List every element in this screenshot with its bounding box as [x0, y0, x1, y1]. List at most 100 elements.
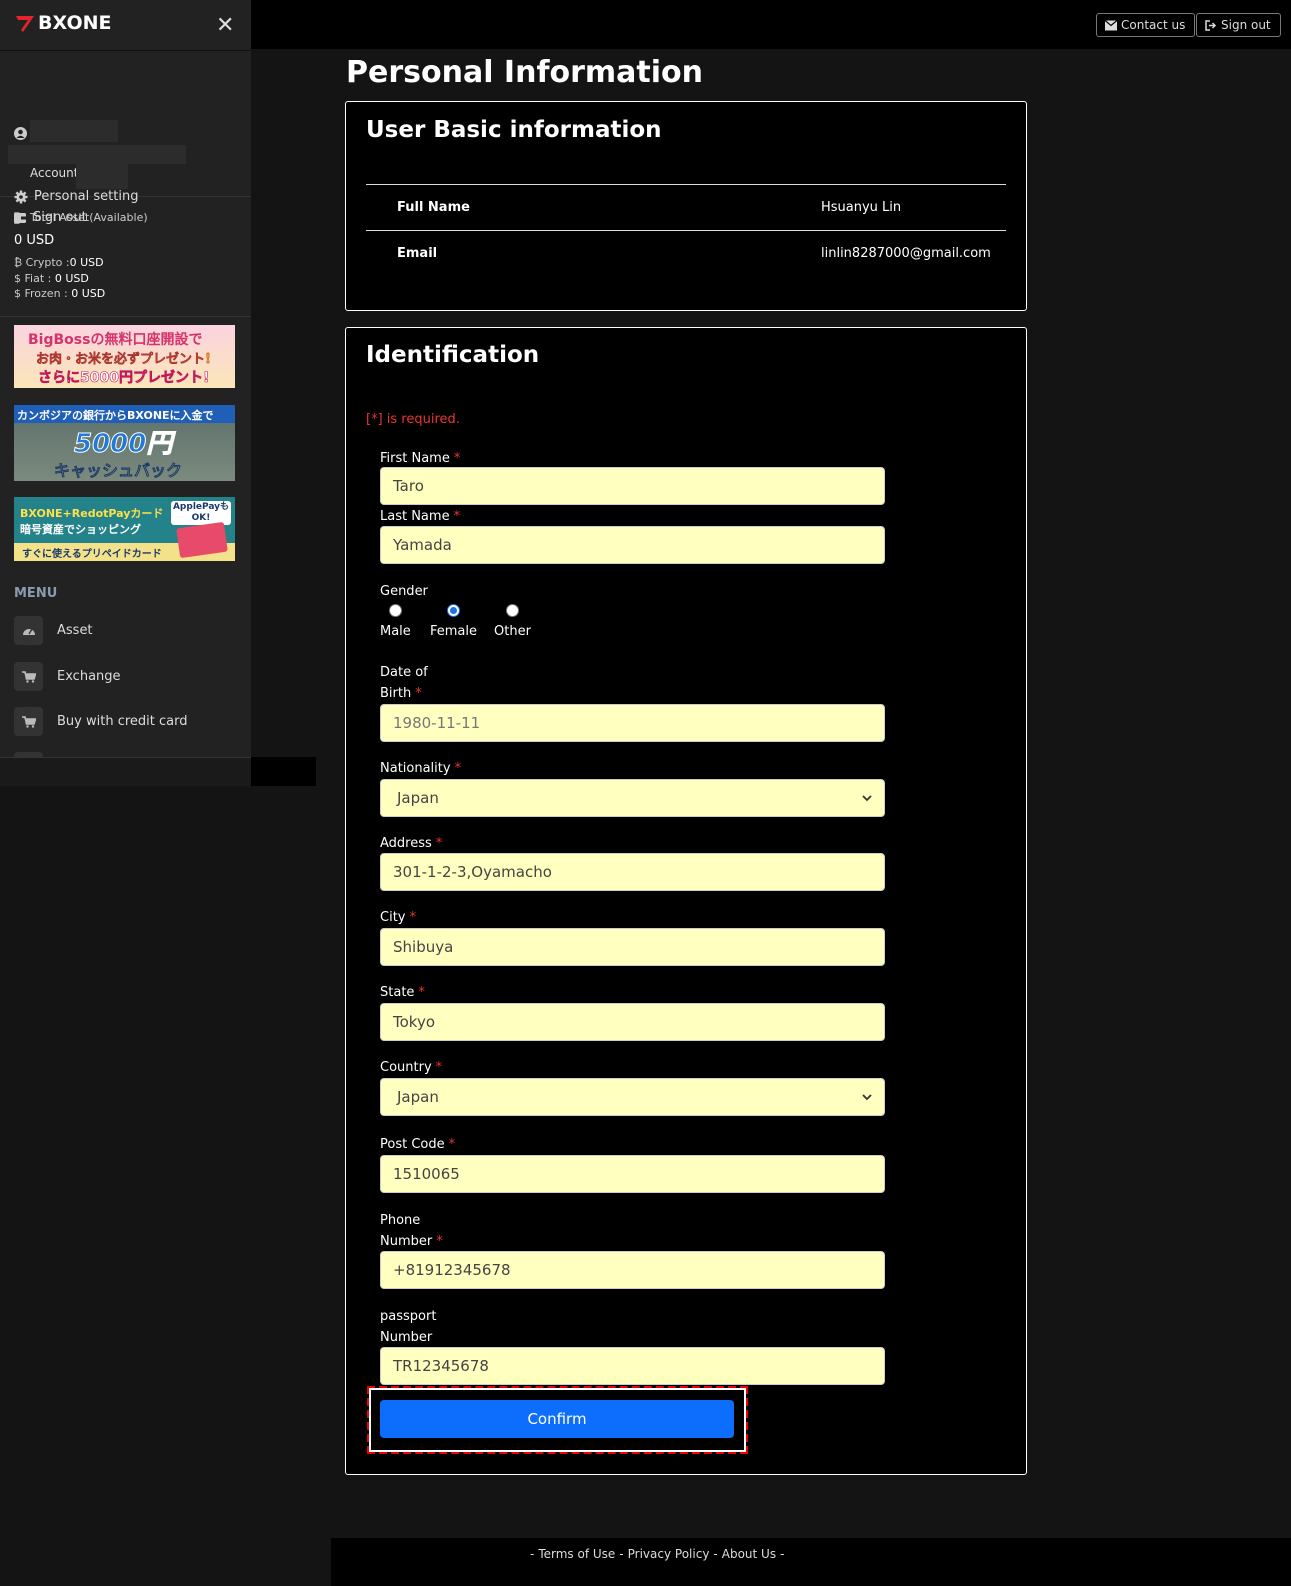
- about-link[interactable]: About Us: [722, 1547, 776, 1561]
- first-name-input[interactable]: Taro: [380, 467, 885, 505]
- confirm-button[interactable]: Confirm: [380, 1400, 734, 1438]
- state-input[interactable]: Tokyo: [380, 1003, 885, 1041]
- promo-banner-redotpay[interactable]: BXONE+RedotPayカード 暗号資産でショッピング すぐに使えるプリペイ…: [14, 497, 235, 561]
- banner-text: キャッシュバック: [54, 461, 183, 481]
- contact-us-button[interactable]: Contact us: [1096, 13, 1196, 37]
- last-name-label: Last Name *: [380, 509, 461, 524]
- wallet-icon: [14, 212, 26, 223]
- footer-separator: -: [530, 1547, 535, 1561]
- post-code-label: Post Code *: [380, 1137, 456, 1152]
- phone-input[interactable]: +81912345678: [380, 1251, 885, 1289]
- footer: - Terms of Use - Privacy Policy - About …: [331, 1538, 1291, 1586]
- banner-text: さらに5000円プレゼント!: [38, 370, 210, 387]
- menu-item-label: Exchange: [57, 669, 121, 684]
- promo-banner-bigboss[interactable]: BigBossの無料口座開設で お肉・お米を必ずプレゼント! さらに5000円プ…: [14, 325, 235, 388]
- bitcoin-icon: ₿: [14, 256, 23, 269]
- redacted-username: [30, 120, 118, 142]
- menu-item-buy-credit-card[interactable]: Buy with credit card: [14, 707, 187, 736]
- required-note: [*] is required.: [366, 412, 460, 427]
- menu-item-label: Asset: [57, 623, 93, 638]
- crypto-balance: ₿ Crypto :0 USD: [14, 256, 104, 269]
- top-sign-out-button[interactable]: Sign out: [1196, 13, 1281, 37]
- fiat-value: 0 USD: [54, 272, 89, 285]
- banner-text: 5000円: [73, 429, 173, 460]
- gender-male-radio[interactable]: [388, 604, 402, 617]
- address-input[interactable]: 301-1-2-3,Oyamacho: [380, 853, 885, 891]
- basic-info-table: Full Name Hsuanyu Lin Email linlin828700…: [366, 184, 1006, 276]
- gender-other-radio[interactable]: [505, 604, 519, 617]
- table-row: Full Name Hsuanyu Lin: [366, 184, 1006, 230]
- dollar-icon: $: [14, 287, 21, 300]
- total-asset-heading: Total Asset(Available): [14, 211, 148, 224]
- email-key: Email: [397, 246, 438, 261]
- gender-option-other[interactable]: Other: [494, 604, 531, 639]
- gender-option-male[interactable]: Male: [380, 604, 411, 639]
- post-code-input[interactable]: 1510065: [380, 1155, 885, 1193]
- country-select[interactable]: Japan: [380, 1078, 885, 1116]
- close-sidebar-icon[interactable]: ✕: [216, 13, 234, 38]
- total-asset-value: 0 USD: [14, 233, 55, 248]
- gender-female-label: Female: [430, 624, 478, 639]
- menu-item-asset[interactable]: Asset: [14, 616, 93, 645]
- city-input[interactable]: Shibuya: [380, 928, 885, 966]
- identification-heading: Identification: [366, 342, 540, 368]
- frozen-value: 0 USD: [71, 287, 106, 300]
- sidebar-footer: [0, 757, 251, 786]
- envelope-icon: [1105, 19, 1117, 30]
- privacy-link[interactable]: Privacy Policy: [628, 1547, 710, 1561]
- footer-separator: -: [713, 1547, 718, 1561]
- nationality-value: Japan: [397, 789, 439, 807]
- footer-separator: -: [780, 1547, 785, 1561]
- passport-label: passport Number: [380, 1309, 437, 1345]
- basic-info-card: User Basic information Full Name Hsuanyu…: [345, 101, 1027, 311]
- state-label: State *: [380, 985, 425, 1000]
- profile-section: Account: Personal setting Sign out: [0, 51, 251, 225]
- frozen-label: Frozen :: [24, 287, 68, 300]
- dob-input[interactable]: 1980-11-11: [380, 704, 885, 742]
- dollar-icon: $: [14, 272, 21, 285]
- menu-item-exchange[interactable]: Exchange: [14, 662, 121, 691]
- banner-text: お肉・お米を必ずプレゼント!: [36, 352, 211, 367]
- cart-icon: [14, 707, 43, 736]
- full-name-value: Hsuanyu Lin: [821, 200, 902, 215]
- footer-links: - Terms of Use - Privacy Policy - About …: [530, 1547, 784, 1561]
- page-title: Personal Information: [346, 55, 703, 90]
- banner-text: BXONE+RedotPayカード: [20, 507, 164, 520]
- banner-text: BigBossの無料口座開設で: [28, 332, 203, 348]
- gender-female-radio[interactable]: [447, 604, 460, 617]
- terms-link[interactable]: Terms of Use: [538, 1547, 615, 1561]
- chevron-down-icon: [862, 794, 872, 801]
- banner-text: 暗号資産でショッピング: [20, 523, 141, 536]
- menu-item-label: Buy with credit card: [57, 714, 188, 729]
- crypto-label: Crypto :: [25, 256, 70, 269]
- nationality-select[interactable]: Japan: [380, 779, 885, 817]
- brand-name: BXONE: [38, 12, 112, 34]
- brand-mark-icon: [16, 16, 34, 32]
- account-label: Account:: [30, 166, 83, 180]
- sidebar: BXONE ✕ Account: Personal setting Sign o…: [0, 0, 251, 766]
- menu-title: MENU: [14, 586, 58, 601]
- asset-summary: Total Asset(Available) 0 USD ₿ Crypto :0…: [0, 197, 251, 317]
- sidebar-footer-extension: [251, 757, 316, 786]
- last-name-input[interactable]: Yamada: [380, 526, 885, 564]
- country-label: Country *: [380, 1060, 443, 1075]
- gender-male-label: Male: [380, 624, 411, 639]
- country-value: Japan: [397, 1088, 439, 1106]
- dashboard-icon: [14, 616, 43, 645]
- phone-label: Phone Number *: [380, 1213, 443, 1249]
- redacted-account-id: [76, 161, 128, 189]
- nationality-label: Nationality *: [380, 761, 462, 776]
- frozen-balance: $ Frozen : 0 USD: [14, 287, 105, 300]
- top-sign-out-label: Sign out: [1221, 18, 1271, 32]
- gender-option-female[interactable]: Female: [430, 604, 477, 639]
- brand-logo[interactable]: BXONE: [14, 12, 112, 34]
- first-name-label: First Name *: [380, 451, 461, 466]
- address-label: Address *: [380, 836, 443, 851]
- chevron-down-icon: [862, 1093, 872, 1100]
- city-label: City *: [380, 910, 416, 925]
- promo-banner-cambodia[interactable]: カンボジアの銀行からBXONEに入金で 5000円 キャッシュバック: [14, 405, 235, 481]
- banner-text: カンボジアの銀行からBXONEに入金で: [14, 405, 235, 423]
- gender-other-label: Other: [494, 624, 531, 639]
- total-asset-label: Total Asset(Available): [30, 211, 148, 224]
- passport-input[interactable]: TR12345678: [380, 1347, 885, 1385]
